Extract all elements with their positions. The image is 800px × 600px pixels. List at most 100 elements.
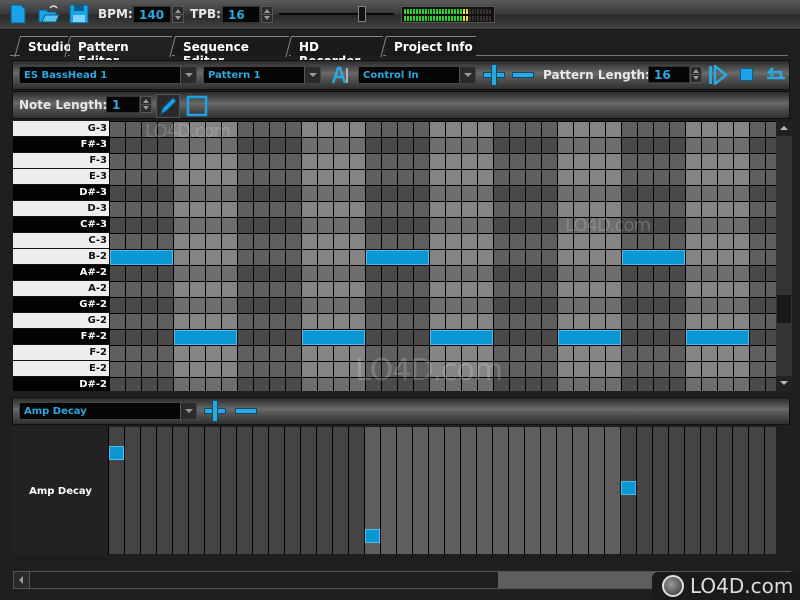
grid-cell[interactable] [766,362,776,377]
grid-cell[interactable] [414,234,429,249]
grid-cell[interactable] [270,202,285,217]
grid-cell[interactable] [398,202,413,217]
grid-cell[interactable] [158,346,173,361]
grid-cell[interactable] [670,218,685,233]
note-block[interactable] [366,250,429,265]
automation-column[interactable] [269,427,284,554]
grid-cell[interactable] [702,154,717,169]
grid-cell[interactable] [110,314,125,329]
grid-cell[interactable] [398,314,413,329]
grid-cell[interactable] [686,362,701,377]
grid-cell[interactable] [414,186,429,201]
note-length-spinner[interactable] [140,96,152,113]
grid-cell[interactable] [510,266,525,281]
grid-cell[interactable] [638,122,653,137]
grid-cell[interactable] [350,218,365,233]
grid-cell[interactable] [638,234,653,249]
grid-cell[interactable] [510,122,525,137]
grid-cell[interactable] [158,154,173,169]
grid-cell[interactable] [494,298,509,313]
grid-cell[interactable] [126,202,141,217]
grid-cell[interactable] [494,330,509,345]
grid-cell[interactable] [174,250,189,265]
grid-cell[interactable] [494,234,509,249]
grid-cell[interactable] [718,250,733,265]
grid-cell[interactable] [702,202,717,217]
grid-cell[interactable] [222,362,237,377]
grid-cell[interactable] [702,234,717,249]
grid-cell[interactable] [766,218,776,233]
grid-cell[interactable] [478,138,493,153]
grid-cell[interactable] [414,330,429,345]
grid-cell[interactable] [318,314,333,329]
grid-cell[interactable] [574,346,589,361]
grid-cell[interactable] [622,330,637,345]
automation-point[interactable] [109,446,124,460]
grid-cell[interactable] [142,218,157,233]
grid-cell[interactable] [606,170,621,185]
grid-cell[interactable] [558,186,573,201]
grid-cell[interactable] [254,234,269,249]
add-automation-icon[interactable] [205,401,225,421]
grid-cell[interactable] [702,378,717,391]
grid-cell[interactable] [190,266,205,281]
grid-cell[interactable] [526,250,541,265]
automation-column[interactable] [733,427,748,554]
grid-cell[interactable] [558,122,573,137]
piano-key-gsharp-2[interactable]: G#-2 [13,297,109,312]
grid-cell[interactable] [206,362,221,377]
grid-cell[interactable] [590,346,605,361]
note-block[interactable] [622,250,685,265]
grid-cell[interactable] [622,362,637,377]
pattern-length-spinner[interactable] [690,66,702,83]
grid-cell[interactable] [398,298,413,313]
grid-cell[interactable] [254,330,269,345]
grid-cell[interactable] [110,298,125,313]
grid-cell[interactable] [382,138,397,153]
grid-cell[interactable] [414,218,429,233]
automation-column[interactable] [285,427,300,554]
automation-column[interactable] [541,427,556,554]
grid-cell[interactable] [638,170,653,185]
grid-cell[interactable] [126,186,141,201]
automation-column[interactable] [605,427,620,554]
bpm-input[interactable]: 140 [133,6,171,23]
grid-cell[interactable] [734,122,749,137]
grid-cell[interactable] [222,186,237,201]
grid-cell[interactable] [606,122,621,137]
grid-cell[interactable] [558,314,573,329]
grid-cell[interactable] [526,218,541,233]
grid-cell[interactable] [478,250,493,265]
grid-cell[interactable] [510,138,525,153]
grid-cell[interactable] [542,314,557,329]
grid-cell[interactable] [110,234,125,249]
automation-column[interactable] [349,427,364,554]
grid-cell[interactable] [430,282,445,297]
grid-cell[interactable] [398,154,413,169]
grid-cell[interactable] [158,266,173,281]
grid-cell[interactable] [622,170,637,185]
automation-column[interactable] [333,427,348,554]
pencil-icon[interactable] [156,94,180,118]
grid-cell[interactable] [174,346,189,361]
automation-lane[interactable] [108,427,776,554]
grid-cell[interactable] [382,122,397,137]
grid-cell[interactable] [542,218,557,233]
grid-cell[interactable] [510,234,525,249]
grid-cell[interactable] [510,170,525,185]
grid-cell[interactable] [510,250,525,265]
grid-cell[interactable] [478,170,493,185]
grid-cell[interactable] [670,362,685,377]
grid-cell[interactable] [126,122,141,137]
grid-cell[interactable] [542,202,557,217]
grid-cell[interactable] [446,250,461,265]
grid-cell[interactable] [750,282,765,297]
grid-cell[interactable] [558,170,573,185]
grid-cell[interactable] [302,202,317,217]
grid-cell[interactable] [670,330,685,345]
grid-cell[interactable] [350,170,365,185]
grid-cell[interactable] [302,218,317,233]
grid-cell[interactable] [222,170,237,185]
grid-cell[interactable] [350,154,365,169]
automation-column[interactable] [765,427,776,554]
